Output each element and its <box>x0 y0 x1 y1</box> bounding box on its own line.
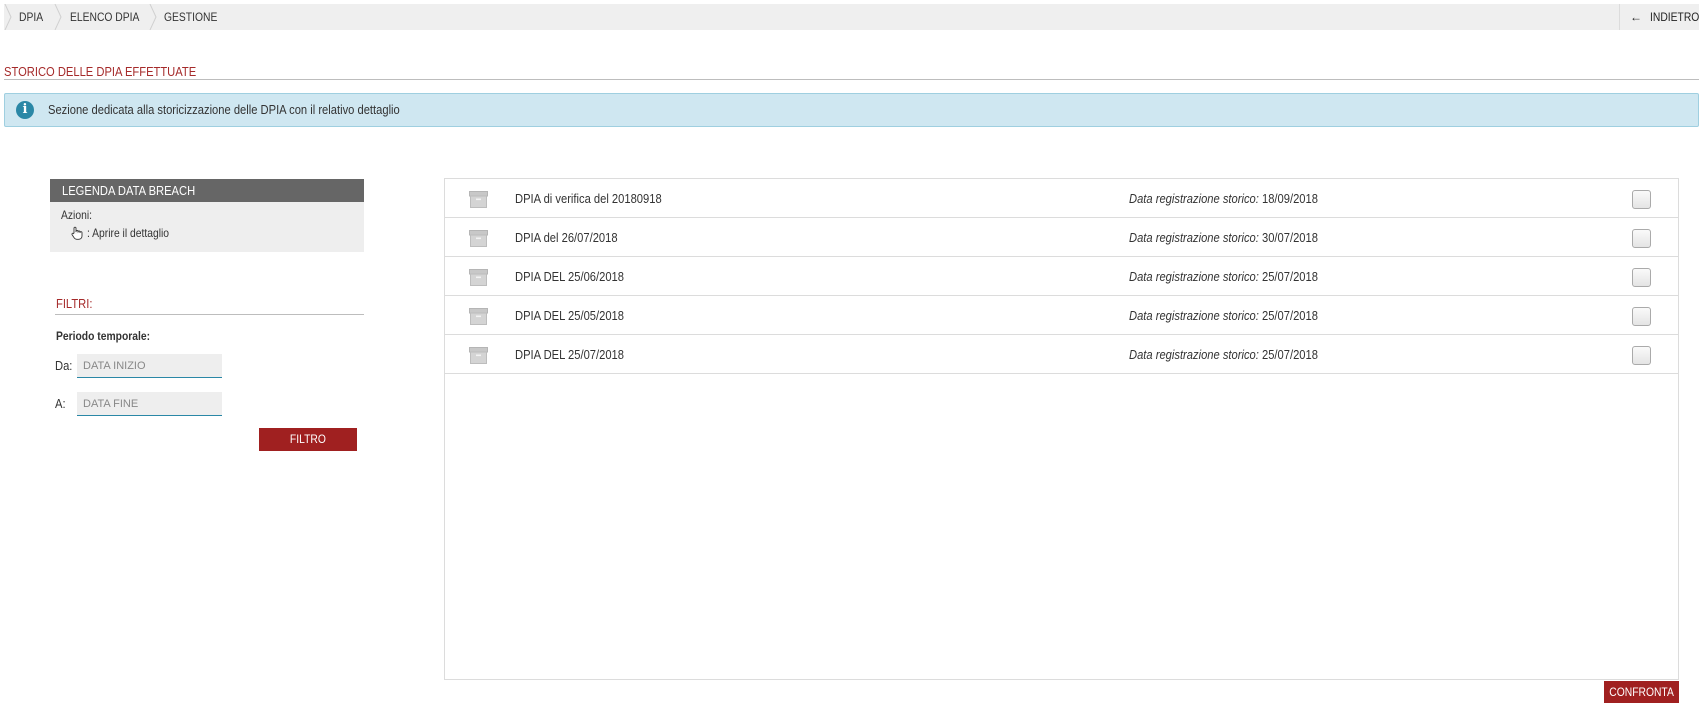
archive-icon[interactable] <box>469 269 488 286</box>
breadcrumb-separator-icon <box>54 4 62 30</box>
back-button[interactable]: ← INDIETRO <box>1619 4 1699 30</box>
arrow-left-icon: ← <box>1630 10 1642 24</box>
compare-button[interactable]: CONFRONTA <box>1604 681 1679 703</box>
hand-pointer-icon <box>71 226 83 240</box>
registration-date: Data registrazione storico: 30/07/2018 <box>1129 230 1318 245</box>
to-label: A: <box>55 396 66 411</box>
registration-date: Data registrazione storico: 25/07/2018 <box>1129 308 1318 323</box>
list-item[interactable]: DPIA DEL 25/06/2018 Data registrazione s… <box>445 257 1678 296</box>
dpia-name: DPIA di verifica del 20180918 <box>515 191 662 206</box>
legend-panel: LEGENDA DATA BREACH Azioni: : Aprire il … <box>50 179 364 252</box>
list-item[interactable]: DPIA DEL 25/07/2018 Data registrazione s… <box>445 335 1678 374</box>
info-alert: i Sezione dedicata alla storicizzazione … <box>4 93 1699 127</box>
title-divider <box>4 79 1699 80</box>
dpia-name: DPIA DEL 25/05/2018 <box>515 308 624 323</box>
page-title: STORICO DELLE DPIA EFFETTUATE <box>4 64 197 79</box>
breadcrumb-separator-icon <box>149 4 157 30</box>
archive-icon[interactable] <box>469 347 488 364</box>
back-label: INDIETRO <box>1650 10 1700 24</box>
legend-actions-label: Azioni: <box>61 208 92 222</box>
archive-icon[interactable] <box>469 308 488 325</box>
breadcrumb-item-gestione[interactable]: GESTIONE <box>164 4 226 30</box>
list-item[interactable]: DPIA DEL 25/05/2018 Data registrazione s… <box>445 296 1678 335</box>
info-icon: i <box>16 101 34 119</box>
info-alert-text: Sezione dedicata alla storicizzazione de… <box>48 102 400 117</box>
breadcrumb: DPIA ELENCO DPIA GESTIONE ← INDIETRO <box>4 4 1699 30</box>
registration-date: Data registrazione storico: 25/07/2018 <box>1129 347 1318 362</box>
dpia-name: DPIA DEL 25/06/2018 <box>515 269 624 284</box>
registration-date: Data registrazione storico: 18/09/2018 <box>1129 191 1318 206</box>
date-from-input[interactable] <box>77 354 222 378</box>
compare-checkbox[interactable] <box>1632 190 1651 209</box>
breadcrumb-item-dpia[interactable]: DPIA <box>19 4 47 30</box>
compare-checkbox[interactable] <box>1632 268 1651 287</box>
filters-divider <box>55 314 364 315</box>
list-item[interactable]: DPIA del 26/07/2018 Data registrazione s… <box>445 218 1678 257</box>
legend-action-text: : Aprire il dettaglio <box>87 226 170 240</box>
registration-date: Data registrazione storico: 25/07/2018 <box>1129 269 1318 284</box>
compare-checkbox[interactable] <box>1632 229 1651 248</box>
filter-button[interactable]: FILTRO <box>259 428 357 451</box>
breadcrumb-item-elenco-dpia[interactable]: ELENCO DPIA <box>70 4 151 30</box>
history-list: DPIA di verifica del 20180918 Data regis… <box>444 178 1679 680</box>
dpia-name: DPIA DEL 25/07/2018 <box>515 347 624 362</box>
breadcrumb-separator-icon <box>4 4 12 30</box>
compare-checkbox[interactable] <box>1632 307 1651 326</box>
from-label: Da: <box>55 358 73 373</box>
list-item[interactable]: DPIA di verifica del 20180918 Data regis… <box>445 179 1678 218</box>
date-to-input[interactable] <box>77 392 222 416</box>
archive-icon[interactable] <box>469 230 488 247</box>
legend-title: LEGENDA DATA BREACH <box>50 179 364 202</box>
period-label: Periodo temporale: <box>56 329 151 343</box>
dpia-name: DPIA del 26/07/2018 <box>515 230 618 245</box>
filters-title: FILTRI: <box>56 296 93 311</box>
archive-icon[interactable] <box>469 191 488 208</box>
compare-checkbox[interactable] <box>1632 346 1651 365</box>
